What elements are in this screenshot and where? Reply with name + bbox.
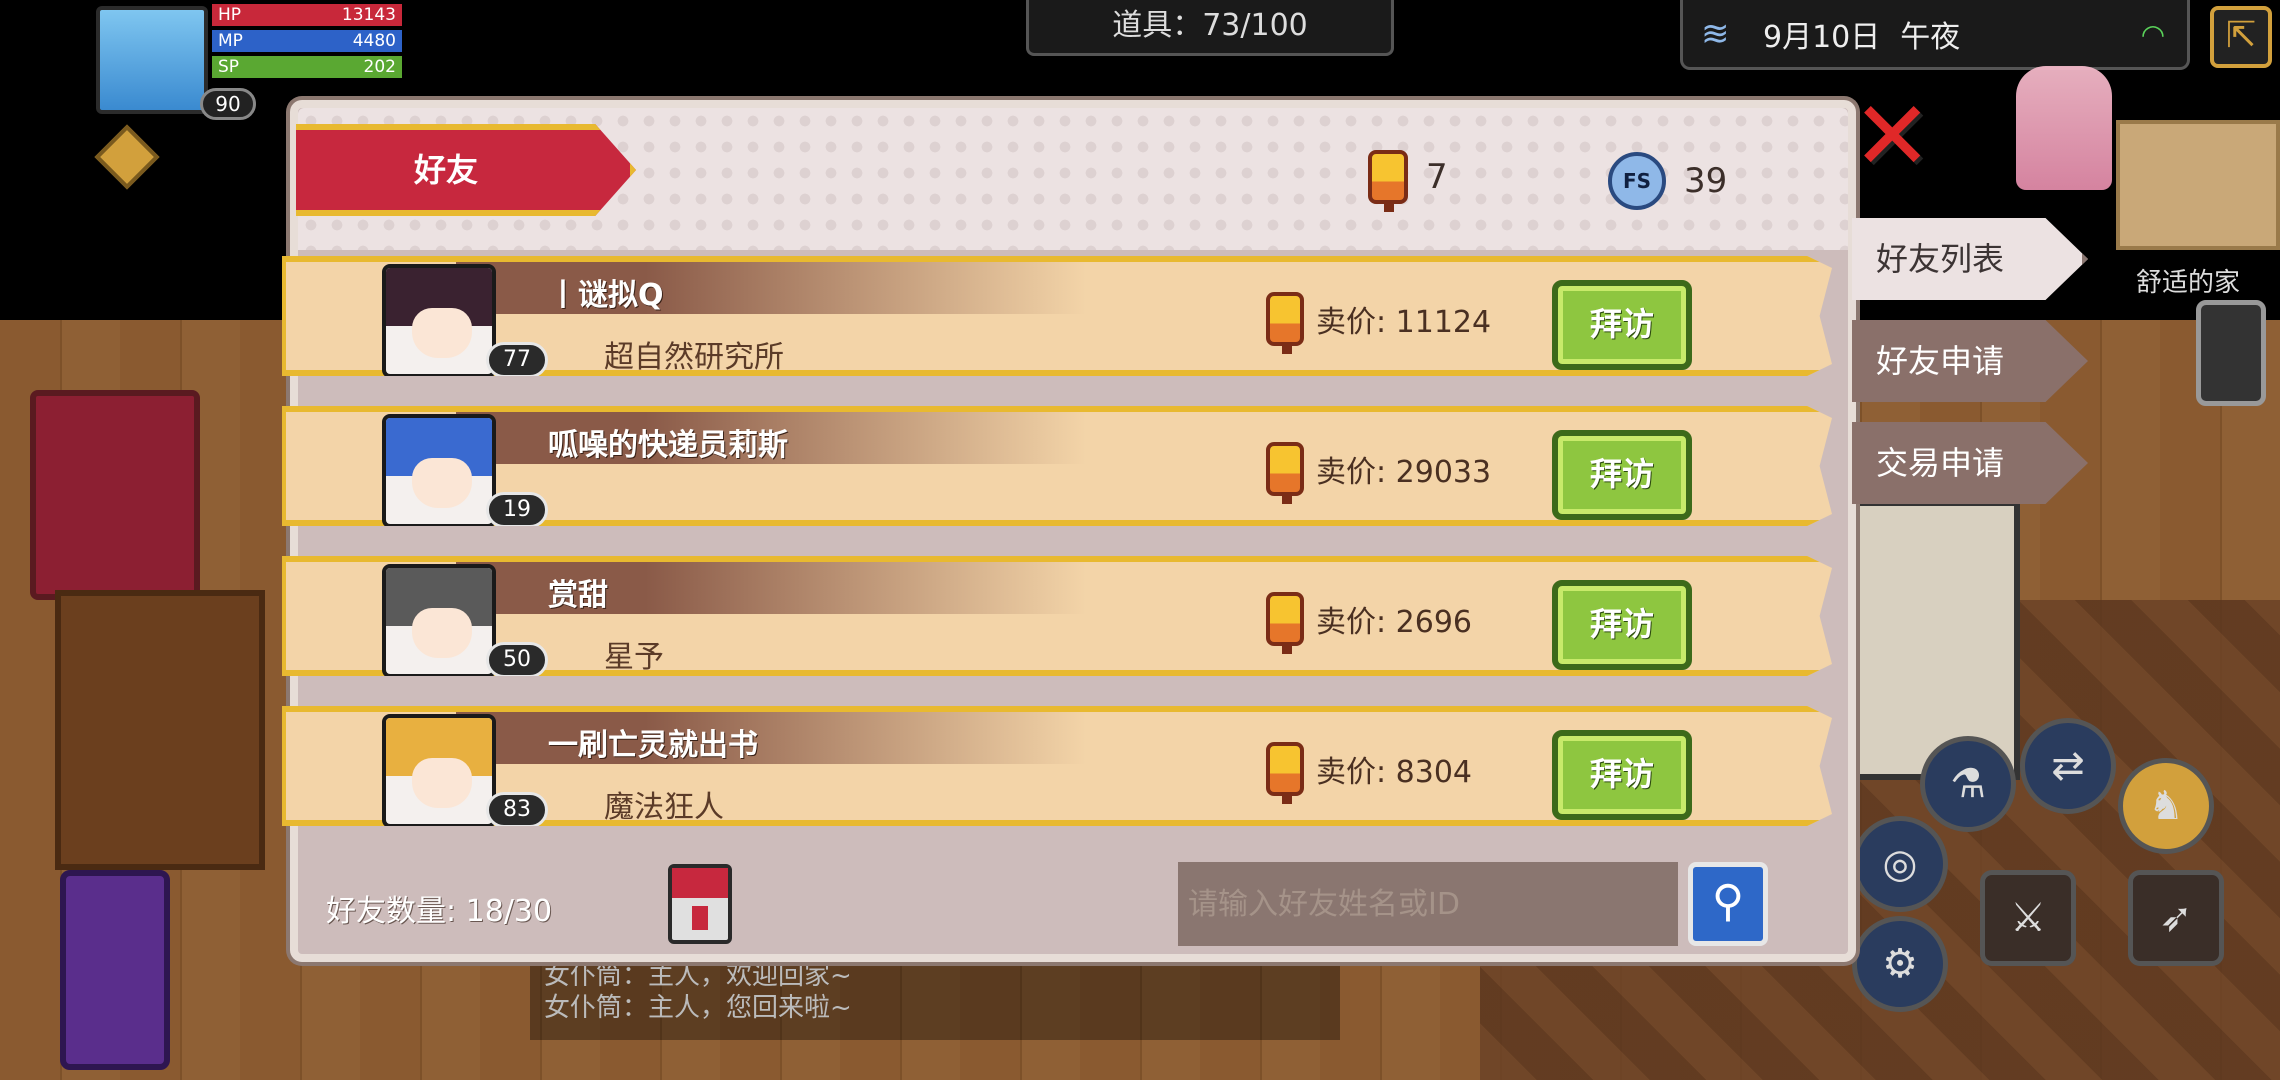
sp-bar: SP 202	[212, 56, 402, 78]
friend-guild: 星予	[604, 640, 664, 675]
potion-skill-icon[interactable]: ⚗	[1920, 736, 2016, 832]
friend-level: 83	[486, 792, 548, 826]
tab-trade-requests[interactable]: 交易申请	[1852, 422, 2088, 504]
price-text: 卖价: 8304	[1316, 755, 1472, 790]
friend-level: 19	[486, 492, 548, 526]
player-portrait[interactable]	[96, 6, 208, 114]
sword-skill-icon[interactable]: ⚔	[1980, 870, 2076, 966]
friend-price: 卖价: 8304	[1266, 742, 1472, 804]
dialog-title-tab: 好友	[296, 124, 636, 216]
horse-skill-icon[interactable]: ♞	[2118, 758, 2214, 854]
phone-icon[interactable]	[2196, 300, 2266, 406]
target-skill-icon[interactable]: ◎	[1852, 816, 1948, 912]
date-text: 9月10日	[1763, 19, 1881, 55]
friend-avatar[interactable]	[382, 714, 496, 826]
lantern-icon	[1266, 742, 1304, 804]
hp-label: HP	[218, 5, 242, 25]
gear-skill-icon[interactable]: ⚙	[1852, 916, 1948, 1012]
friend-guild: 魔法狂人	[604, 790, 724, 825]
mp-bar: MP 4480	[212, 30, 402, 52]
friend-name: 一刷亡灵就出书	[548, 728, 758, 763]
lantern-currency: 7	[1368, 150, 1448, 212]
friend-name: 丨谜拟Q	[548, 278, 664, 313]
hp-bar: HP 13143	[212, 4, 402, 26]
close-icon[interactable]: ✕	[1852, 88, 1932, 184]
lantern-icon	[1266, 292, 1304, 354]
visit-button[interactable]: 拜访	[1552, 430, 1692, 520]
player-level: 90	[200, 88, 256, 120]
inventory-counter[interactable]: 道具：73/100	[1026, 0, 1394, 56]
price-text: 卖价: 2696	[1316, 605, 1472, 640]
price-text: 卖价: 11124	[1316, 305, 1492, 340]
friend-guild: 超自然研究所	[604, 340, 784, 375]
visit-button[interactable]: 拜访	[1552, 280, 1692, 370]
gold-coin-icon[interactable]	[94, 124, 160, 190]
sp-label: SP	[218, 57, 240, 77]
visit-button[interactable]: 拜访	[1552, 580, 1692, 670]
notebook-icon[interactable]	[668, 864, 732, 944]
bookshelf-furniture	[55, 590, 265, 870]
fs-amount: 39	[1684, 161, 1728, 201]
fs-coin-icon: FS	[1608, 152, 1666, 210]
bed-furniture	[30, 390, 200, 600]
lantern-currency-icon	[1368, 150, 1408, 212]
friend-count: 好友数量: 18/30	[326, 894, 553, 929]
chat-line: 女仆筒：主人，欢迎回家~	[544, 961, 852, 991]
chat-log: 女仆筒：主人，欢迎回家~ 女仆筒：主人，您回来啦~	[530, 958, 1340, 1040]
friend-avatar[interactable]	[382, 264, 496, 376]
friend-price: 卖价: 29033	[1266, 442, 1492, 504]
friend-name: 赏甜	[548, 578, 608, 613]
wifi-icon: ◠	[2140, 18, 2166, 51]
time-of-day-text: 午夜	[1900, 19, 1961, 55]
friend-level: 77	[486, 342, 548, 376]
lantern-icon	[1266, 442, 1304, 504]
folding-screen	[1830, 500, 2020, 780]
friend-row[interactable]: 19 呱噪的快递员莉斯 卖价: 29033 拜访	[282, 406, 1832, 526]
dialog-title: 好友	[413, 151, 478, 189]
friend-avatar[interactable]	[382, 564, 496, 676]
mp-value: 4480	[352, 31, 396, 51]
friend-price: 卖价: 2696	[1266, 592, 1472, 654]
weather-wind-icon: ≋	[1701, 14, 1730, 54]
location-label: 舒适的家	[2136, 268, 2241, 298]
arcade-machine	[60, 870, 170, 1070]
friend-row[interactable]: 77 丨谜拟Q 超自然研究所 卖价: 11124 拜访	[282, 256, 1832, 376]
friend-avatar[interactable]	[382, 414, 496, 526]
npc-bunny-maid[interactable]	[2016, 66, 2112, 190]
friend-name: 呱噪的快递员莉斯	[548, 428, 788, 463]
lantern-icon	[1266, 592, 1304, 654]
swap-icon[interactable]: ⇄	[2020, 718, 2116, 814]
lantern-amount: 7	[1426, 157, 1448, 197]
friend-level: 50	[486, 642, 548, 676]
tab-friend-list[interactable]: 好友列表	[1852, 218, 2088, 300]
minimap[interactable]	[2116, 120, 2280, 250]
friend-search-input[interactable]	[1178, 862, 1678, 946]
fs-currency: FS 39	[1608, 152, 1727, 210]
tab-friend-requests[interactable]: 好友申请	[1852, 320, 2088, 402]
friend-price: 卖价: 11124	[1266, 292, 1492, 354]
search-icon[interactable]: ⚲	[1688, 862, 1768, 946]
mp-label: MP	[218, 31, 243, 51]
bow-skill-icon[interactable]: ➶	[2128, 870, 2224, 966]
friend-row[interactable]: 83 一刷亡灵就出书 魔法狂人 卖价: 8304 拜访	[282, 706, 1832, 826]
chat-line: 女仆筒：主人，您回来啦~	[544, 993, 852, 1023]
hp-value: 13143	[341, 5, 396, 25]
friends-dialog: 好友 7 FS 39 77 丨谜拟Q 超自然研究所 卖价: 11124 拜访 1…	[282, 100, 1856, 962]
exit-arrow-icon[interactable]: ⇱	[2210, 6, 2272, 68]
date-time-panel: ≋ 9月10日 午夜 ◠	[1680, 0, 2190, 70]
sp-value: 202	[363, 57, 396, 77]
price-text: 卖价: 29033	[1316, 455, 1492, 490]
friend-row[interactable]: 50 赏甜 星予 卖价: 2696 拜访	[282, 556, 1832, 676]
visit-button[interactable]: 拜访	[1552, 730, 1692, 820]
